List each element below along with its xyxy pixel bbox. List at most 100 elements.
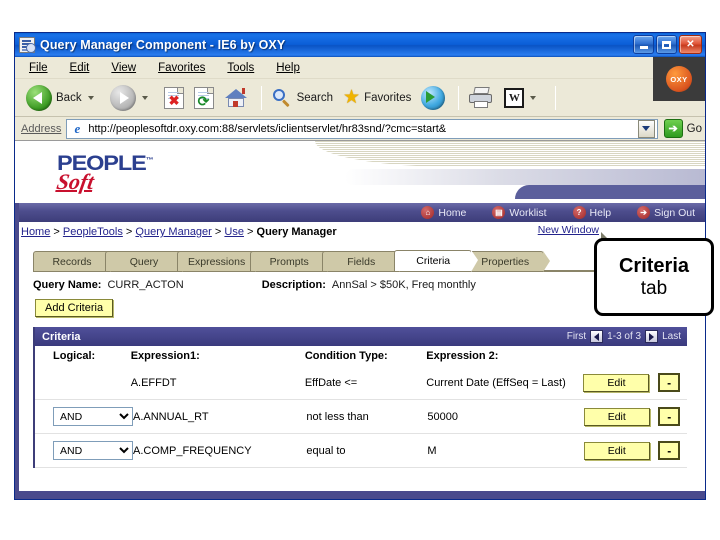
tab-fields[interactable]: Fields	[322, 251, 407, 272]
edit-button[interactable]: Edit	[583, 373, 650, 392]
breadcrumb-sep-3: >	[214, 226, 222, 238]
star-icon: ★	[343, 87, 361, 108]
nav-link-sign-out[interactable]: ➔ Sign Out	[637, 206, 695, 219]
app-icon	[19, 37, 36, 53]
back-history-caret-icon[interactable]	[87, 95, 94, 100]
logo-soft-text: Soft	[54, 169, 96, 194]
page-content: PEOPLE™ Soft ⌂ Home ▤ Worklist ? Help ➔ …	[15, 141, 705, 499]
help-icon: ?	[572, 206, 586, 219]
close-button[interactable]: ✕	[679, 35, 702, 54]
home-icon	[224, 87, 248, 109]
query-description-value: AnnSal > $50K, Freq monthly	[331, 279, 476, 291]
callout-line-1: Criteria	[618, 254, 690, 277]
criteria-grid: Criteria First 1-3 of 3 Last Logical: Ex…	[33, 327, 687, 468]
refresh-button[interactable]: ⟳	[191, 85, 217, 111]
toolbar-separator-2	[458, 85, 460, 110]
nav-link-worklist[interactable]: ▤ Worklist	[492, 206, 547, 219]
pager-last-link[interactable]: Last	[662, 331, 681, 342]
menu-item-edit[interactable]: Edit	[70, 62, 90, 74]
address-bar: Address e http://peoplesoftdr.oxy.com:88…	[15, 117, 705, 141]
nav-link-home-label: Home	[438, 206, 467, 219]
column-header-condition-type: Condition Type:	[304, 350, 388, 362]
media-button[interactable]	[418, 84, 448, 112]
tab-criteria[interactable]: Criteria	[394, 250, 479, 272]
row-expression1: A.EFFDT	[130, 376, 177, 389]
search-button[interactable]: Search	[268, 85, 336, 111]
favorites-button[interactable]: ★ Favorites	[340, 86, 414, 109]
add-criteria-button[interactable]: Add Criteria	[35, 299, 114, 317]
address-dropdown-button[interactable]	[637, 119, 655, 138]
forward-button[interactable]	[107, 83, 157, 113]
stop-button[interactable]: ✖	[161, 85, 187, 111]
menu-item-favorites[interactable]: Favorites	[158, 62, 205, 74]
home-button[interactable]	[221, 85, 251, 111]
back-arrow-icon	[26, 84, 52, 111]
delete-button[interactable]: -	[658, 373, 681, 392]
column-header-expression2: Expression 2:	[426, 350, 499, 362]
address-url-text: http://peoplesoftdr.oxy.com:88/servlets/…	[88, 122, 447, 135]
row-condition-type: equal to	[306, 444, 346, 457]
nav-link-home[interactable]: ⌂ Home	[421, 206, 466, 219]
callout-line-2: tab	[640, 277, 668, 299]
portal-nav-bar: ⌂ Home ▤ Worklist ? Help ➔ Sign Out	[15, 203, 705, 222]
breadcrumb-item-home[interactable]: Home	[21, 226, 50, 238]
arrow-right-icon[interactable]	[645, 330, 659, 343]
table-row: A.EFFDT EffDate <= Current Date (EffSeq …	[35, 366, 687, 400]
breadcrumb-item-use[interactable]: Use	[224, 226, 244, 238]
address-input[interactable]: e http://peoplesoftdr.oxy.com:88/servlet…	[66, 118, 658, 139]
menu-item-file[interactable]: File	[29, 62, 48, 74]
pager-first-link[interactable]: First	[567, 331, 586, 342]
tab-query[interactable]: Query	[105, 251, 189, 272]
row-condition-type: EffDate <=	[304, 376, 358, 389]
logical-operator-select[interactable]: AND	[53, 407, 133, 426]
menu-item-tools[interactable]: Tools	[227, 62, 254, 74]
tab-records[interactable]: Records	[33, 251, 117, 272]
delete-button[interactable]: -	[658, 407, 681, 426]
print-button[interactable]	[465, 85, 497, 111]
nav-link-help-label: Help	[589, 206, 612, 219]
edit-in-word-button[interactable]: W	[501, 86, 545, 110]
media-icon	[421, 85, 446, 110]
row-condition-type: not less than	[306, 410, 369, 423]
maximize-button[interactable]	[656, 35, 677, 54]
header-swoosh-1	[315, 141, 705, 167]
criteria-grid-pager: First 1-3 of 3 Last	[567, 330, 681, 343]
column-header-expression1: Expression1:	[130, 350, 200, 362]
refresh-icon: ⟳	[193, 86, 214, 109]
criteria-grid-title: Criteria	[42, 330, 81, 343]
address-label: Address	[21, 122, 62, 135]
row-expression2: M	[427, 444, 437, 457]
edit-dropdown-caret-icon[interactable]	[530, 95, 537, 100]
home-icon: ⌂	[421, 206, 435, 219]
menu-item-help[interactable]: Help	[276, 62, 300, 74]
row-expression2: 50000	[427, 410, 458, 423]
breadcrumb-sep-2: >	[125, 226, 133, 238]
edit-button[interactable]: Edit	[583, 441, 650, 460]
breadcrumb-item-peopletools[interactable]: PeopleTools	[63, 226, 123, 238]
table-row: AND A.ANNUAL_RT not less than 50000 Edit…	[35, 400, 687, 434]
query-name-value: CURR_ACTON	[107, 279, 184, 291]
printer-icon	[468, 86, 494, 109]
breadcrumb-item-query-manager[interactable]: Query Manager	[135, 226, 211, 238]
logical-operator-select[interactable]: AND	[53, 441, 133, 460]
minimize-button[interactable]	[633, 35, 654, 54]
menu-bar: File Edit View Favorites Tools Help OXY	[15, 57, 705, 101]
tab-expressions[interactable]: Expressions	[177, 251, 263, 272]
new-window-link[interactable]: New Window	[538, 224, 599, 236]
arrow-left-icon[interactable]	[590, 330, 604, 343]
menu-item-view[interactable]: View	[111, 62, 136, 74]
breadcrumb-sep-1: >	[53, 226, 60, 238]
annotation-callout: Criteria tab	[594, 238, 714, 316]
delete-button[interactable]: -	[658, 441, 681, 460]
go-button[interactable]: ➔ Go	[663, 119, 702, 138]
search-icon	[271, 87, 293, 109]
back-button[interactable]: Back	[23, 83, 103, 113]
row-logical-cell: AND	[35, 441, 133, 460]
nav-link-help[interactable]: ? Help	[572, 206, 612, 219]
row-expression2: Current Date (EffSeq = Last)	[426, 376, 566, 389]
tab-prompts[interactable]: Prompts	[250, 251, 335, 272]
toolbar-separator-1	[260, 85, 262, 110]
edit-button[interactable]: Edit	[583, 407, 650, 426]
oxy-brand-badge: OXY	[653, 57, 705, 101]
forward-history-caret-icon[interactable]	[141, 95, 148, 100]
